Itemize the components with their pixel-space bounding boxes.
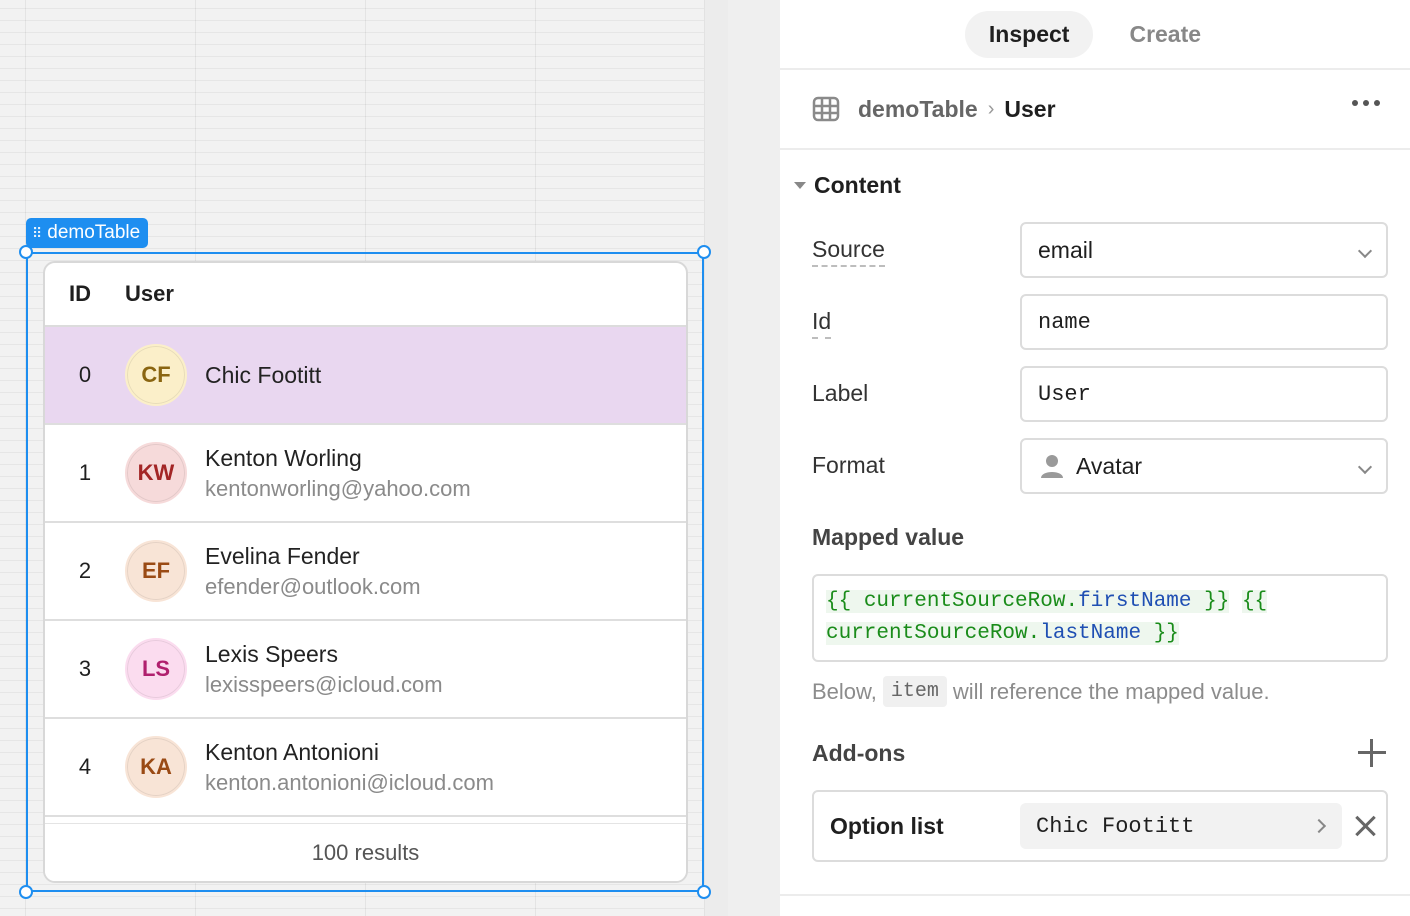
code-brace: {{ [1241, 590, 1268, 613]
id-value: name [1038, 309, 1091, 335]
source-value: email [1038, 236, 1093, 263]
hint-code: item [882, 676, 947, 707]
panel-gutter [728, 0, 780, 916]
avatar: KA [125, 736, 187, 798]
table-body: 0 CF Chic Footitt 1 KW Kenton Worling kentonwo… [45, 327, 686, 817]
resize-handle-top-left[interactable] [19, 245, 33, 259]
content-section-toggle[interactable]: Content [794, 172, 901, 199]
table-header: ID User [45, 263, 686, 327]
user-cell: Chic Footitt [205, 362, 321, 389]
column-header-user[interactable]: User [125, 281, 174, 307]
hint-text-after: will reference the mapped value. [952, 678, 1270, 704]
label-input[interactable]: User [1020, 366, 1388, 422]
addons-label: Add-ons [812, 740, 906, 766]
addon-value[interactable]: Chic Footitt [1020, 803, 1342, 849]
user-name: Chic Footitt [205, 361, 322, 388]
table-row[interactable]: 2 EF Evelina Fender efender@outlook.com [45, 523, 686, 621]
format-value: Avatar [1076, 452, 1143, 479]
resize-handle-bottom-right[interactable] [697, 885, 711, 899]
user-name: Evelina Fender [205, 542, 360, 569]
addon-label: Option list [830, 812, 944, 839]
demo-table[interactable]: ID User 0 CF Chic Footitt 1 KW Kenton Worling… [43, 261, 688, 883]
user-cell: Lexis Speers lexisspeers@icloud.com [205, 641, 443, 698]
breadcrumb-parent[interactable]: demoTable [858, 96, 978, 123]
addon-option-list[interactable]: Option list Chic Footitt [812, 790, 1388, 862]
mapped-value-label: Mapped value [812, 524, 965, 550]
column-header-id[interactable]: ID [45, 281, 125, 307]
inspector-panel: Inspect Create demoTable › User Content … [780, 0, 1410, 916]
user-cell: Kenton Antonioni kenton.antonioni@icloud.… [205, 739, 494, 796]
row-id: 4 [78, 754, 92, 779]
tab-create[interactable]: Create [1105, 11, 1225, 58]
avatar: LS [125, 638, 187, 700]
avatar: KW [125, 442, 187, 504]
section-title: Content [814, 172, 901, 198]
user-name: Kenton Antonioni [205, 738, 379, 765]
code-object: currentSourceRow [863, 590, 1066, 613]
format-select[interactable]: Avatar [1020, 438, 1388, 494]
user-cell: Evelina Fender efender@outlook.com [205, 543, 421, 600]
table-icon [812, 96, 840, 122]
mapped-value-editor[interactable]: {{ currentSourceRow.firstName }} {{ curr… [812, 574, 1388, 662]
user-name: Kenton Worling [205, 444, 362, 471]
user-email: kentonworling@yahoo.com [205, 475, 471, 501]
row-id: 1 [78, 460, 92, 485]
inspector-tabs: Inspect Create [780, 0, 1410, 70]
resize-handle-bottom-left[interactable] [19, 885, 33, 899]
format-label: Format [812, 452, 885, 478]
chevron-down-icon [1357, 459, 1373, 475]
user-name: Lexis Speers [205, 640, 338, 667]
table-row[interactable]: 3 LS Lexis Speers lexisspeers@icloud.com [45, 621, 686, 719]
hint-text-before: Below, [812, 678, 877, 704]
id-label: Id [812, 308, 832, 339]
code-brace: }} [1153, 622, 1179, 645]
table-row[interactable]: 1 KW Kenton Worling kentonworling@yahoo.com [45, 425, 686, 523]
canvas-edge [704, 0, 728, 916]
resize-handle-top-right[interactable] [697, 245, 711, 259]
avatar: EF [125, 540, 187, 602]
chevron-down-icon [1357, 243, 1373, 259]
id-input[interactable]: name [1020, 294, 1388, 350]
code-brace: {{ [826, 590, 852, 613]
table-footer: 100 results [45, 823, 686, 881]
section-divider [780, 894, 1410, 896]
addon-value-text: Chic Footitt [1036, 813, 1195, 839]
mapped-value-hint: Below, item will reference the mapped va… [812, 676, 1270, 707]
user-email: lexisspeers@icloud.com [205, 671, 443, 697]
code-property: lastName [1040, 622, 1142, 645]
selection-tag[interactable]: ⠿ demoTable [26, 218, 149, 248]
chevron-right-icon [1311, 818, 1327, 834]
table-row[interactable]: 4 KA Kenton Antonioni kenton.antonioni@iclo… [45, 719, 686, 817]
code-dot: . [1065, 590, 1079, 613]
chevron-right-icon: › [987, 97, 995, 120]
row-id: 0 [78, 362, 92, 387]
more-options-icon[interactable] [1352, 100, 1380, 106]
label-value: User [1038, 381, 1091, 407]
avatar: CF [125, 344, 187, 406]
user-email: kenton.antonioni@icloud.com [205, 769, 494, 795]
code-property: firstName [1078, 590, 1192, 613]
selection-tag-label: demoTable [47, 222, 141, 243]
source-select[interactable]: email [1020, 222, 1388, 278]
breadcrumb: demoTable › User [780, 70, 1410, 150]
row-id: 2 [78, 558, 92, 583]
label-label: Label [812, 380, 869, 406]
person-icon [1041, 455, 1063, 478]
caret-down-icon [794, 182, 806, 189]
user-email: efender@outlook.com [205, 573, 421, 599]
add-addon-icon[interactable] [1358, 739, 1386, 767]
drag-handle-icon[interactable]: ⠿ [32, 225, 42, 242]
source-label: Source [812, 236, 885, 267]
remove-addon-icon[interactable] [1354, 815, 1376, 837]
code-object: currentSourceRow [826, 622, 1028, 645]
user-cell: Kenton Worling kentonworling@yahoo.com [205, 445, 471, 502]
tab-inspect[interactable]: Inspect [964, 10, 1094, 58]
table-row[interactable]: 0 CF Chic Footitt [45, 327, 686, 425]
code-brace: }} [1204, 590, 1230, 613]
row-id: 3 [78, 656, 92, 681]
code-dot: . [1027, 622, 1041, 645]
breadcrumb-current: User [1004, 95, 1056, 122]
